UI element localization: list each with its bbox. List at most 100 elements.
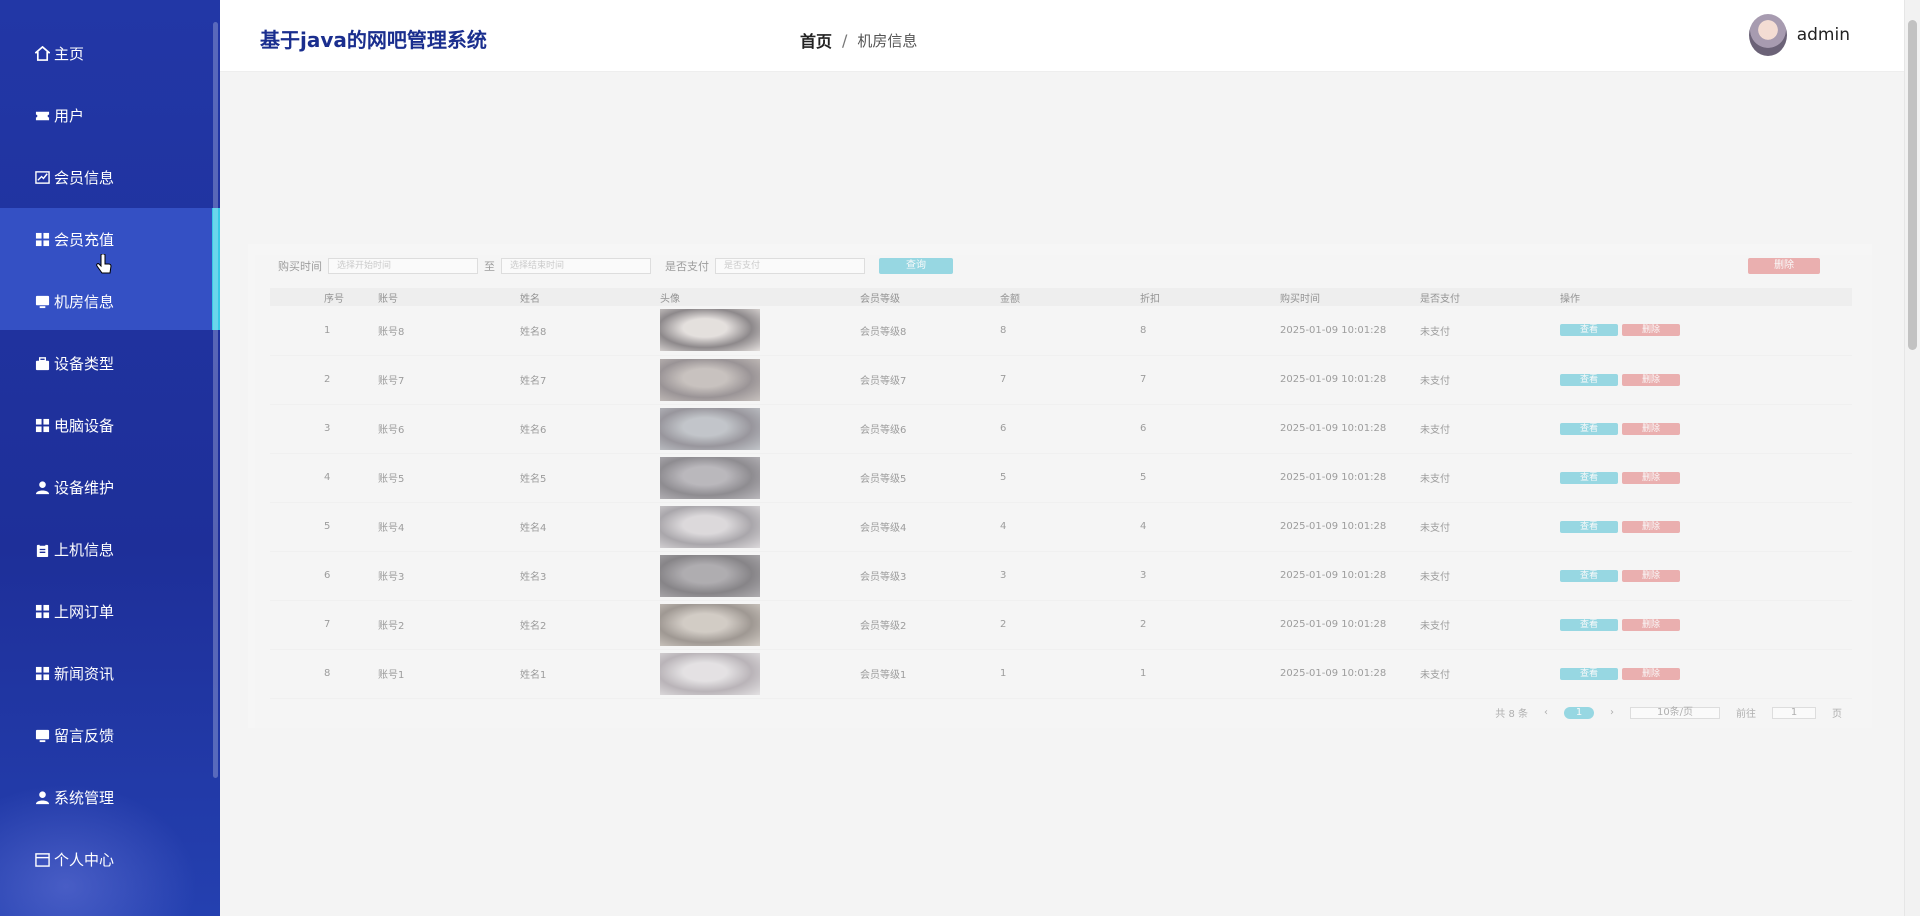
- view-button[interactable]: 查看: [1560, 618, 1618, 631]
- cell-name: 姓名3: [516, 551, 656, 601]
- user-icon: [34, 789, 50, 805]
- cell-account: 账号5: [374, 453, 516, 503]
- page-size-select[interactable]: 10条/页: [1630, 706, 1720, 719]
- next-page-icon[interactable]: ›: [1610, 707, 1614, 718]
- page-scrollbar-thumb[interactable]: [1908, 20, 1917, 350]
- page-scrollbar[interactable]: [1904, 0, 1920, 916]
- search-button[interactable]: 查询: [879, 258, 953, 274]
- table-row[interactable]: 4 账号5 姓名5 会员等级5 5 5 2025-01-09 10:01:28 未支付 查看 删除: [270, 453, 1852, 503]
- row-checkbox[interactable]: [270, 404, 320, 454]
- table-row[interactable]: 6 账号3 姓名3 会员等级3 3 3 2025-01-09 10:01:28 未支付 查看 删除: [270, 551, 1852, 601]
- row-checkbox[interactable]: [270, 551, 320, 601]
- breadcrumb-separator: /: [842, 30, 848, 50]
- delete-button[interactable]: 删除: [1622, 569, 1680, 582]
- table-row[interactable]: 7 账号2 姓名2 会员等级2 2 2 2025-01-09 10:01:28 未支付 查看 删除: [270, 600, 1852, 650]
- row-checkbox[interactable]: [270, 649, 320, 699]
- batch-delete-button[interactable]: 删除: [1748, 258, 1820, 274]
- sidebar-item-2[interactable]: 用户: [0, 84, 220, 146]
- home-icon: [34, 45, 50, 61]
- page-number[interactable]: 1: [1564, 706, 1594, 719]
- view-button[interactable]: 查看: [1560, 422, 1618, 435]
- column-header[interactable]: 账号: [374, 288, 516, 306]
- sidebar-scrollbar[interactable]: [213, 22, 218, 778]
- view-button[interactable]: 查看: [1560, 569, 1618, 582]
- sidebar-item-13[interactable]: 系统管理: [0, 766, 220, 828]
- view-button[interactable]: 查看: [1560, 373, 1618, 386]
- cell-actions: 查看 删除: [1556, 306, 1852, 356]
- cell-time: 2025-01-09 10:01:28: [1276, 551, 1416, 601]
- cell-amount: 6: [996, 404, 1136, 454]
- row-checkbox[interactable]: [270, 600, 320, 650]
- row-checkbox[interactable]: [270, 355, 320, 405]
- username[interactable]: admin: [1797, 25, 1850, 45]
- column-header[interactable]: 是否支付: [1416, 288, 1556, 306]
- paid-select[interactable]: 是否支付: [715, 258, 865, 274]
- table-row[interactable]: 2 账号7 姓名7 会员等级7 7 7 2025-01-09 10:01:28 未支付 查看 删除: [270, 355, 1852, 405]
- avatar-photo: [660, 309, 760, 352]
- row-checkbox[interactable]: [270, 453, 320, 503]
- column-header[interactable]: 会员等级: [856, 288, 996, 306]
- sidebar-item-3[interactable]: 会员信息: [0, 146, 220, 208]
- filter-time-label: 购买时间: [278, 260, 322, 273]
- cell-index: 4: [320, 453, 374, 503]
- cell-index: 5: [320, 502, 374, 552]
- table-row[interactable]: 8 账号1 姓名1 会员等级1 1 1 2025-01-09 10:01:28 未支付 查看 删除: [270, 649, 1852, 699]
- prev-page-icon[interactable]: ‹: [1544, 707, 1548, 718]
- breadcrumb-home[interactable]: 首页: [800, 28, 832, 52]
- avatar-photo: [660, 456, 760, 499]
- filter-bar: 购买时间 选择开始时间 至 选择结束时间 是否支付 是否支付 查询: [278, 258, 953, 274]
- hand-cursor-icon: [96, 254, 112, 274]
- cell-avatar: [656, 404, 856, 454]
- sidebar-item-label: 电脑设备: [54, 416, 115, 435]
- table-row[interactable]: 3 账号6 姓名6 会员等级6 6 6 2025-01-09 10:01:28 未支付 查看 删除: [270, 404, 1852, 454]
- delete-button[interactable]: 删除: [1622, 520, 1680, 533]
- column-header[interactable]: 购买时间: [1276, 288, 1416, 306]
- cell-discount: 5: [1136, 453, 1276, 503]
- row-checkbox[interactable]: [270, 502, 320, 552]
- delete-button[interactable]: 删除: [1622, 373, 1680, 386]
- sidebar-item-label: 会员充值: [54, 230, 115, 249]
- cell-level: 会员等级3: [856, 551, 996, 601]
- sidebar-item-8[interactable]: 设备维护: [0, 456, 220, 518]
- sidebar-item-label: 个人中心: [54, 850, 115, 869]
- delete-button[interactable]: 删除: [1622, 618, 1680, 631]
- sidebar-item-12[interactable]: 留言反馈: [0, 704, 220, 766]
- user-menu[interactable]: admin: [1748, 14, 1850, 56]
- cell-time: 2025-01-09 10:01:28: [1276, 600, 1416, 650]
- total-count: 共 8 条: [1495, 709, 1528, 720]
- sidebar-item-1[interactable]: 主页: [0, 22, 220, 84]
- table-row[interactable]: 1 账号8 姓名8 会员等级8 8 8 2025-01-09 10:01:28 未支付 查看 删除: [270, 306, 1852, 356]
- end-date-input[interactable]: 选择结束时间: [501, 258, 651, 274]
- view-button[interactable]: 查看: [1560, 520, 1618, 533]
- sidebar-item-6[interactable]: 设备类型: [0, 332, 220, 394]
- column-header[interactable]: 姓名: [516, 288, 656, 306]
- cell-avatar: [656, 551, 856, 601]
- sidebar-item-11[interactable]: 新闻资讯: [0, 642, 220, 704]
- delete-button[interactable]: 删除: [1622, 324, 1680, 337]
- delete-button[interactable]: 删除: [1622, 471, 1680, 484]
- sidebar-item-14[interactable]: 个人中心: [0, 828, 220, 890]
- view-button[interactable]: 查看: [1560, 324, 1618, 337]
- view-button[interactable]: 查看: [1560, 667, 1618, 680]
- delete-button[interactable]: 删除: [1622, 667, 1680, 680]
- sidebar-item-label: 新闻资讯: [54, 664, 115, 683]
- sidebar-item-5[interactable]: 机房信息: [0, 270, 220, 332]
- avatar[interactable]: [1748, 14, 1787, 56]
- table-row[interactable]: 5 账号4 姓名4 会员等级4 4 4 2025-01-09 10:01:28 未支付 查看 删除: [270, 502, 1852, 552]
- view-button[interactable]: 查看: [1560, 471, 1618, 484]
- sidebar-item-7[interactable]: 电脑设备: [0, 394, 220, 456]
- column-header[interactable]: 头像: [656, 288, 856, 306]
- delete-button[interactable]: 删除: [1622, 422, 1680, 435]
- sidebar-item-10[interactable]: 上网订单: [0, 580, 220, 642]
- start-date-input[interactable]: 选择开始时间: [328, 258, 478, 274]
- cell-avatar: [656, 355, 856, 405]
- cell-time: 2025-01-09 10:01:28: [1276, 404, 1416, 454]
- column-header[interactable]: 序号: [320, 288, 374, 306]
- filter-to-label: 至: [484, 260, 495, 273]
- row-checkbox[interactable]: [270, 306, 320, 356]
- goto-input[interactable]: 1: [1772, 706, 1816, 719]
- column-header[interactable]: 金额: [996, 288, 1136, 306]
- sidebar-item-9[interactable]: 上机信息: [0, 518, 220, 580]
- column-header[interactable]: 折扣: [1136, 288, 1276, 306]
- chart-icon: [34, 169, 50, 185]
